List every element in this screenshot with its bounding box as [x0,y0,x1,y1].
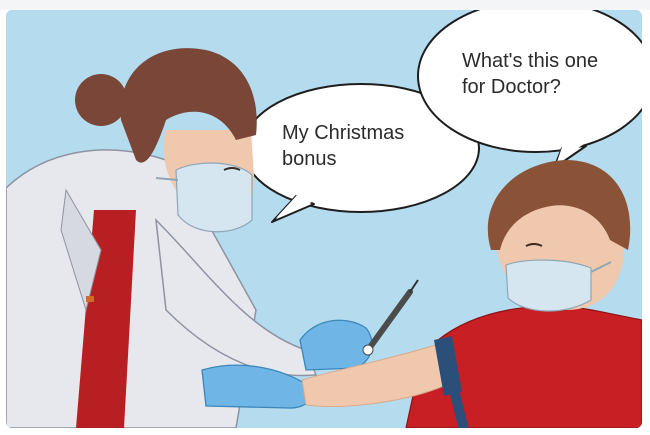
syringe [362,279,419,356]
comic-frame: My Christmas bonus What's this one for D… [0,0,650,435]
child-speech-text: What's this one for Doctor? [462,50,599,98]
doctor-speech-text: My Christmas bonus [282,122,405,170]
top-bar [0,0,650,10]
comic-panel: My Christmas bonus What's this one for D… [6,10,642,428]
